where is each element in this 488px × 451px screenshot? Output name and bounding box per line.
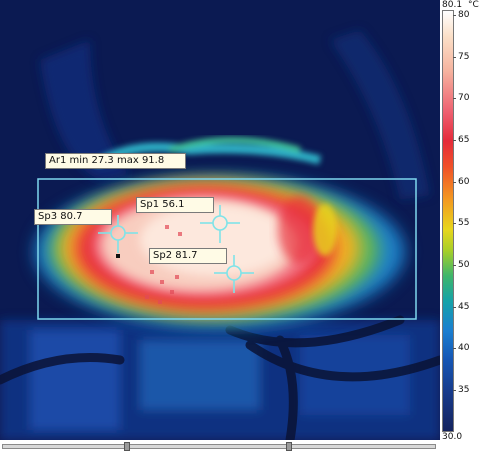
scale-tick	[453, 98, 456, 100]
scale-min-value: 30.0	[442, 432, 463, 442]
thermal-image-viewer[interactable]: Ar1 min 27.3 max 91.8 Sp1 56.1 Sp3 80.7 …	[0, 0, 440, 440]
horizontal-scrollbar[interactable]	[0, 441, 440, 451]
area-max-marker	[116, 254, 120, 258]
scale-tick-label: 75	[458, 51, 470, 62]
scale-max-value: 80.1	[442, 0, 463, 10]
scale-tick	[453, 139, 456, 141]
scale-tick	[453, 389, 456, 391]
spot-label-sp2: Sp2 81.7	[149, 248, 227, 264]
scale-tick-label: 40	[458, 343, 470, 354]
scale-tick-label: 70	[458, 93, 470, 104]
scale-tick	[453, 181, 456, 183]
scale-tick	[453, 348, 456, 350]
scale-tick-label: 45	[458, 301, 470, 312]
scale-unit: °C	[468, 0, 479, 10]
temperature-scale: 80.1 °C 80 75 70 65 60 55 50 45 40 35 30.0	[440, 0, 488, 450]
scale-tick	[453, 223, 456, 225]
scale-tick-label: 65	[458, 134, 470, 145]
scale-tick-label: 80	[458, 10, 470, 20]
spot-label-sp1: Sp1 56.1	[136, 197, 214, 213]
scale-tick-label: 50	[458, 259, 470, 270]
spot-label-sp3: Sp3 80.7	[34, 209, 112, 225]
scale-tick	[453, 56, 456, 58]
scale-tick	[453, 15, 456, 16]
scale-tick-label: 60	[458, 176, 470, 187]
area-label: Ar1 min 27.3 max 91.8	[45, 153, 186, 169]
color-scale-bar	[442, 10, 454, 432]
scale-tick-label: 55	[458, 218, 470, 229]
scale-tick-label: 35	[458, 384, 470, 395]
scrollbar-track[interactable]	[2, 444, 436, 449]
scale-tick	[453, 306, 456, 308]
scale-tick	[453, 264, 456, 266]
